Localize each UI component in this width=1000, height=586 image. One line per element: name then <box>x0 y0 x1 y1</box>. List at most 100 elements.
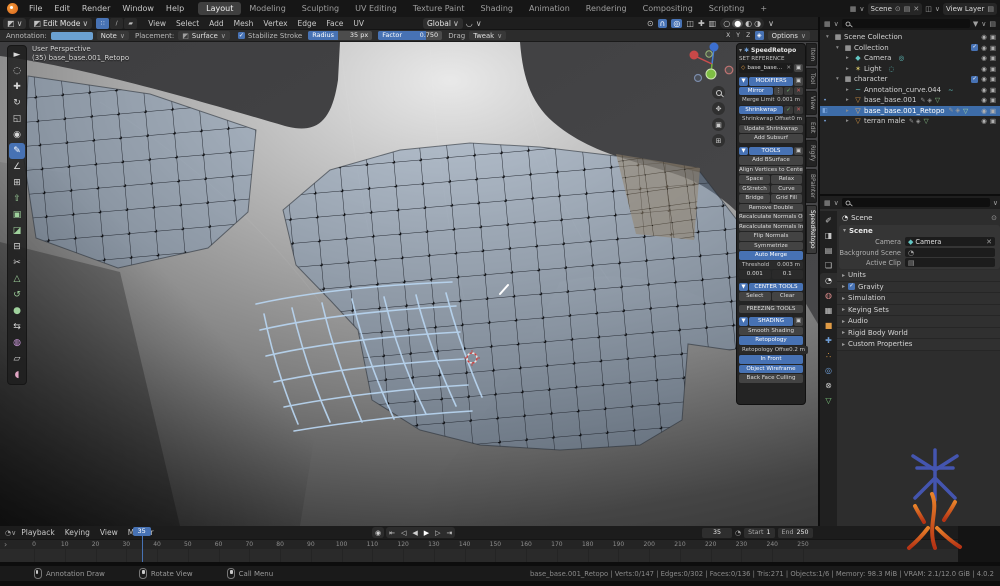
dropdown-icon[interactable]: ∨ <box>859 5 864 13</box>
disclosure-arrow-icon[interactable]: ▸ <box>846 118 852 124</box>
retopology-toggle-button[interactable]: Retopology <box>739 336 803 345</box>
tool-button[interactable]: ◉ <box>9 127 25 143</box>
snap-target-icon[interactable]: ◡ <box>466 19 473 28</box>
workspace-tab[interactable]: Scripting <box>701 2 753 15</box>
chevron-down-icon[interactable]: ∨ <box>834 199 839 207</box>
sidebar-tab[interactable]: Rigify <box>806 140 817 166</box>
tool-button[interactable]: ▣ <box>9 207 25 223</box>
property-panel-header[interactable]: ▸ ✓ Rigid Body World <box>837 328 1000 340</box>
tool-button[interactable]: ◌ <box>9 63 25 79</box>
shrinkwrap-modifier-button[interactable]: Shrinkwrap <box>739 106 783 115</box>
smooth-shading-button[interactable]: Smooth Shading <box>739 327 803 336</box>
tool-button[interactable]: ✚ <box>9 79 25 95</box>
screen-button[interactable]: ▣ <box>794 317 803 326</box>
drag-dropdown[interactable]: Tweak ∨ <box>469 31 506 40</box>
workspace-tab[interactable]: Shading <box>472 2 521 15</box>
apply-shrinkwrap-icon[interactable]: ✓ <box>784 106 793 115</box>
properties-tab[interactable]: ▤ <box>820 243 837 258</box>
viewport-menu-item[interactable]: Select <box>171 17 204 30</box>
properties-tab[interactable]: ∴ <box>820 348 837 363</box>
sidebar-tab[interactable]: View <box>806 91 817 115</box>
shrinkwrap-offset-field[interactable]: Shrinkwrap Offset 0 m <box>739 115 805 124</box>
viewport-menu-item[interactable]: Edge <box>293 17 322 30</box>
properties-tab[interactable]: ▽ <box>820 393 837 408</box>
hide-eye-icon[interactable]: ◉ <box>981 86 987 94</box>
snap-toggle-icon[interactable]: ◈ <box>755 31 764 40</box>
pin-icon[interactable]: ⊙ <box>895 5 901 13</box>
datablock-name[interactable]: terran male <box>864 117 905 125</box>
screen-button[interactable]: ▣ <box>794 147 803 156</box>
hide-eye-icon[interactable]: ◉ <box>981 107 987 115</box>
new-collection-icon[interactable]: ▤ <box>989 20 996 28</box>
tool-button[interactable]: ◖ <box>9 367 25 383</box>
current-frame-line[interactable] <box>142 536 144 562</box>
viewport-menu-item[interactable]: Mesh <box>229 17 259 30</box>
tool-button[interactable]: ✎ <box>9 143 25 159</box>
modifiers-filter-icon[interactable]: ▼ <box>739 77 748 86</box>
camera-visibility-icon[interactable]: ▣ <box>990 54 996 62</box>
center-select-button[interactable]: Select <box>739 292 771 301</box>
sidebar-tab[interactable]: Item <box>806 43 817 66</box>
retopo-tool-button[interactable]: Bridge <box>739 194 770 203</box>
hide-eye-icon[interactable]: ◉ <box>981 65 987 73</box>
factor-slider[interactable]: Factor 0.750 <box>378 31 442 40</box>
play-button[interactable]: ▶ <box>421 527 432 538</box>
recalc-normals-in-button[interactable]: Recalculate Normals In... <box>739 223 803 232</box>
chevron-down-icon[interactable]: ∨ <box>768 19 774 28</box>
annotation-layer-dropdown[interactable]: Note ∨ <box>97 31 129 40</box>
viewport-menu-item[interactable]: Add <box>204 17 229 30</box>
workspace-tab[interactable]: Layout <box>198 2 241 15</box>
remove-double-button[interactable]: Remove Double <box>739 204 803 213</box>
properties-tab[interactable]: ◨ <box>820 228 837 243</box>
timeline-ruler[interactable]: 0102030405060708090100110120130140150160… <box>0 539 958 549</box>
freezing-tools-button[interactable]: FREEZING TOOLS <box>739 305 803 314</box>
end-frame-field[interactable]: End 250 <box>778 528 813 538</box>
collection-checkbox[interactable]: ✓ <box>971 76 978 83</box>
disclosure-arrow-icon[interactable]: ▾ <box>826 34 832 40</box>
display-mode-icon[interactable]: ▦ <box>824 20 831 28</box>
tool-button[interactable]: ↻ <box>9 95 25 111</box>
chevron-down-icon[interactable]: ∨ <box>476 19 482 28</box>
camera-visibility-icon[interactable]: ▣ <box>990 75 996 83</box>
tool-button[interactable]: ⇧ <box>9 191 25 207</box>
panel-header[interactable]: ▾ ✱ SpeedRetopo <box>739 46 803 55</box>
threshold-min-button[interactable]: 0.001 <box>739 270 771 279</box>
timeline-expand-icon[interactable]: › <box>4 540 7 549</box>
camera-visibility-icon[interactable]: ▣ <box>990 86 996 94</box>
copy-viewlayer-icon[interactable]: ▤ <box>987 5 994 13</box>
add-subsurf-button[interactable]: Add Subsurf <box>739 134 803 143</box>
viewport-menu-item[interactable]: Face <box>321 17 348 30</box>
properties-tab[interactable]: ■ <box>820 318 837 333</box>
edge-select-button[interactable]: ∕ <box>110 18 123 29</box>
tool-button[interactable]: ↺ <box>9 287 25 303</box>
copy-scene-icon[interactable]: ▤ <box>904 5 911 13</box>
hide-eye-icon[interactable]: ◉ <box>981 33 987 41</box>
scene-browse-icon[interactable]: ▦ <box>850 5 857 13</box>
outliner-row[interactable]: ▸ ◆ Camera ◎ ✓ ◉ ▣ <box>820 53 1000 64</box>
pan-hand-icon[interactable]: ✥ <box>712 102 725 115</box>
viewport-canvas[interactable] <box>0 42 818 526</box>
recalc-normals-out-button[interactable]: Recalculate Normals Ou... <box>739 213 803 222</box>
auto-merge-button[interactable]: Auto Merge <box>739 251 803 260</box>
sidebar-tab[interactable]: Edit <box>806 117 817 138</box>
outliner-row[interactable]: • ▸ ▽ base_base.001 ✎ ◈ ▽ ✓ ◉ ▣ <box>820 95 1000 106</box>
align-vertices-button[interactable]: Align Vertices to Center <box>739 166 803 175</box>
update-shrinkwrap-button[interactable]: Update Shrinkwrap <box>739 125 803 134</box>
retopo-tool-button[interactable]: Relax <box>771 175 802 184</box>
workspace-tab[interactable]: Modeling <box>241 2 293 15</box>
hide-eye-icon[interactable]: ◉ <box>981 96 987 104</box>
tool-button[interactable]: ⊞ <box>9 175 25 191</box>
play-reverse-button[interactable]: ◀ <box>409 527 420 538</box>
wireframe-shading-icon[interactable]: ○ <box>723 19 730 28</box>
mirror-options-icon[interactable]: ⋮ <box>774 87 783 96</box>
chevron-down-icon[interactable]: ∨ <box>981 20 986 28</box>
properties-tab[interactable]: ▦ <box>820 303 837 318</box>
tool-button[interactable]: ► <box>9 47 25 63</box>
in-front-toggle-button[interactable]: In Front <box>739 355 803 364</box>
viewport-menu-item[interactable]: UV <box>348 17 369 30</box>
menu-item[interactable]: Render <box>76 0 116 17</box>
disclosure-arrow-icon[interactable]: ▾ <box>836 45 842 51</box>
tools-filter-icon[interactable]: ▼ <box>739 147 748 156</box>
solid-shading-icon[interactable]: ● <box>732 19 743 28</box>
retopo-tool-button[interactable]: Curve <box>771 185 802 194</box>
